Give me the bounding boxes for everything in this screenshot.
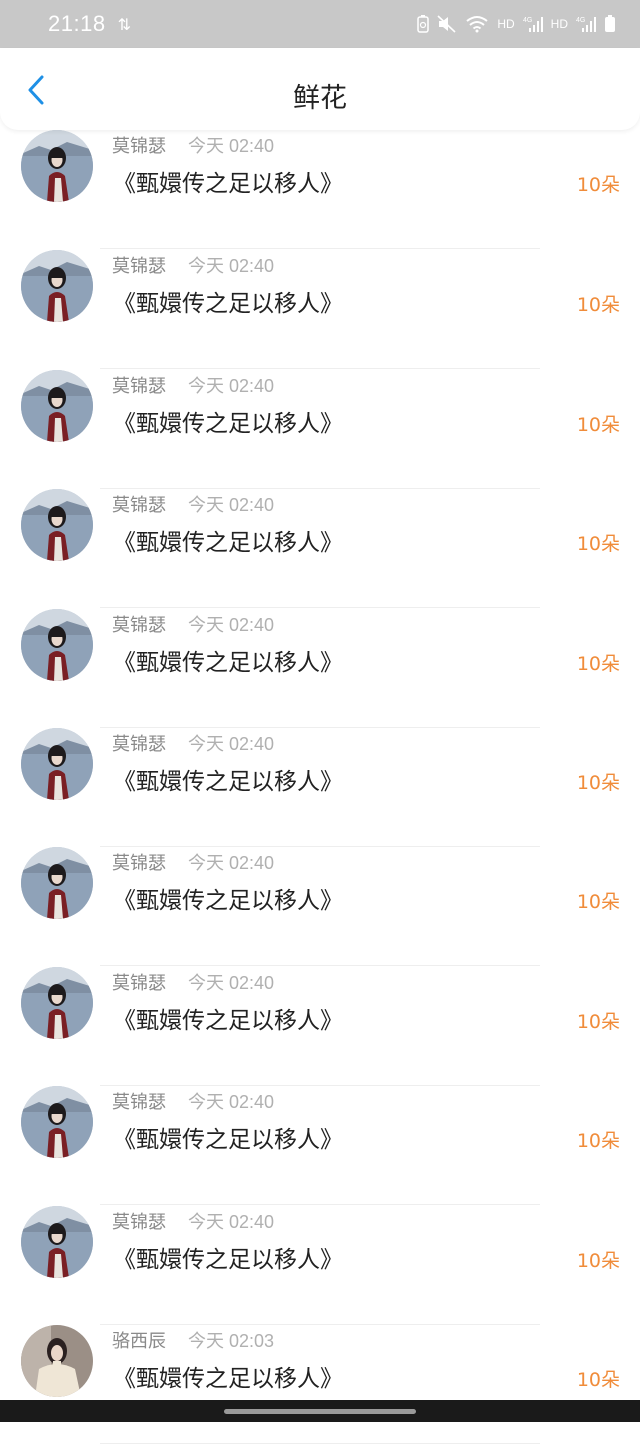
navigation-bar [0,1400,640,1422]
woman-seaside-avatar[interactable] [21,728,93,800]
list-item[interactable]: 莫锦瑟 今天 02:40 《甄嬛传之足以移人》 10朵 [0,966,640,1086]
post-time: 今天 02:40 [188,853,275,874]
post-time: 今天 02:40 [188,136,275,156]
flower-count: 10朵 [576,1010,620,1033]
battery-saver-icon [417,15,430,33]
book-title[interactable]: 《甄嬛传之足以移人》 [113,1359,343,1393]
woman-seaside-avatar[interactable] [21,1086,93,1159]
flower-count: 10朵 [576,174,620,196]
woman-seaside-avatar[interactable] [21,250,93,323]
woman-seaside-avatar[interactable] [21,369,93,442]
user-name[interactable]: 莫锦瑟 [112,849,166,875]
woman-seaside-avatar[interactable] [21,608,93,681]
book-title[interactable]: 《甄嬛传之足以移人》 [113,762,343,796]
flower-count: 10朵 [576,772,620,794]
data-transfer-icon: ⇅ [117,14,131,34]
user-name[interactable]: 莫锦瑟 [112,491,166,517]
post-time: 今天 02:40 [188,734,275,754]
list-item[interactable]: 莫锦瑟 今天 02:40 《甄嬛传之足以移人》 10朵 [0,130,640,249]
list-item[interactable]: 莫锦瑟 今天 02:40 《甄嬛传之足以移人》 10朵 [0,847,640,967]
book-title[interactable]: 《甄嬛传之足以移人》 [113,881,343,915]
svg-text:4G: 4G [576,17,585,24]
status-time: 21:18 [48,11,106,36]
mute-icon [437,15,457,33]
signal-4g-icon: 4G [523,15,543,33]
user-name[interactable]: 莫锦瑟 [112,969,166,995]
flower-count: 10朵 [576,1369,620,1391]
book-title[interactable]: 《甄嬛传之足以移人》 [113,404,343,438]
status-bar: 21:18 ⇅ HD 4G HD 4G [0,0,640,48]
post-time: 今天 02:40 [188,972,275,993]
user-name[interactable]: 骆西辰 [112,1327,166,1353]
book-title[interactable]: 《甄嬛传之足以移人》 [113,164,343,198]
list-item[interactable]: 莫锦瑟 今天 02:40 《甄嬛传之足以移人》 10朵 [0,608,640,728]
post-time: 今天 02:40 [188,495,275,516]
svg-text:4G: 4G [523,17,532,24]
flower-count: 10朵 [576,533,620,556]
flower-count: 10朵 [576,294,620,317]
status-icons: HD 4G HD 4G [417,15,616,33]
list-item[interactable]: 莫锦瑟 今天 02:40 《甄嬛传之足以移人》 10朵 [0,1205,640,1325]
flower-count: 10朵 [576,1130,620,1153]
book-title[interactable]: 《甄嬛传之足以移人》 [113,523,343,557]
list-item[interactable]: 骆西辰 今天 02:03 《甄嬛传之足以移人》 10朵 [0,1325,640,1444]
page-title: 鲜花 [293,83,347,114]
book-title[interactable]: 《甄嬛传之足以移人》 [113,284,343,318]
hd-label-1: HD [497,17,515,31]
book-title[interactable]: 《甄嬛传之足以移人》 [113,1001,343,1035]
divider [100,248,540,249]
signal-4g-icon-2: 4G [576,15,596,33]
user-name[interactable]: 莫锦瑟 [112,730,166,756]
battery-icon [604,15,616,33]
nav-bar: 鲜花 [0,48,640,130]
book-title[interactable]: 《甄嬛传之足以移人》 [113,1120,343,1154]
post-time: 今天 02:40 [188,375,275,396]
user-name[interactable]: 莫锦瑟 [112,252,166,278]
user-name[interactable]: 莫锦瑟 [112,372,166,398]
book-title[interactable]: 《甄嬛传之足以移人》 [113,643,343,677]
woman-seaside-avatar[interactable] [21,130,93,202]
hd-label-2: HD [550,17,568,31]
list-item[interactable]: 莫锦瑟 今天 02:40 《甄嬛传之足以移人》 10朵 [0,369,640,489]
flower-count: 10朵 [576,652,620,675]
post-time: 今天 02:40 [188,1211,275,1232]
user-name[interactable]: 莫锦瑟 [112,1088,166,1114]
woman-seaside-avatar[interactable] [21,1205,93,1278]
post-time: 今天 02:40 [188,1092,275,1113]
list-item[interactable]: 莫锦瑟 今天 02:40 《甄嬛传之足以移人》 10朵 [0,489,640,609]
flower-count: 10朵 [576,1249,620,1272]
user-name[interactable]: 莫锦瑟 [112,611,166,637]
post-time: 今天 02:40 [188,614,275,635]
wifi-icon [465,15,489,33]
user-name[interactable]: 莫锦瑟 [112,132,166,158]
list-item[interactable]: 莫锦瑟 今天 02:40 《甄嬛传之足以移人》 10朵 [0,1086,640,1206]
woman-seaside-avatar[interactable] [21,489,93,562]
post-time: 今天 02:03 [188,1331,275,1351]
list-item[interactable]: 莫锦瑟 今天 02:40 《甄嬛传之足以移人》 10朵 [0,728,640,847]
book-title[interactable]: 《甄嬛传之足以移人》 [113,1240,343,1274]
woman-seaside-avatar[interactable] [21,966,93,1039]
flower-count: 10朵 [576,891,620,914]
user-name[interactable]: 莫锦瑟 [112,1208,166,1234]
woman-seaside-avatar[interactable] [21,847,93,920]
flower-count: 10朵 [576,413,620,436]
woman-cream-blouse-avatar[interactable] [21,1325,93,1397]
post-time: 今天 02:40 [188,256,275,277]
home-indicator[interactable] [224,1409,416,1414]
list-item[interactable]: 莫锦瑟 今天 02:40 《甄嬛传之足以移人》 10朵 [0,250,640,370]
